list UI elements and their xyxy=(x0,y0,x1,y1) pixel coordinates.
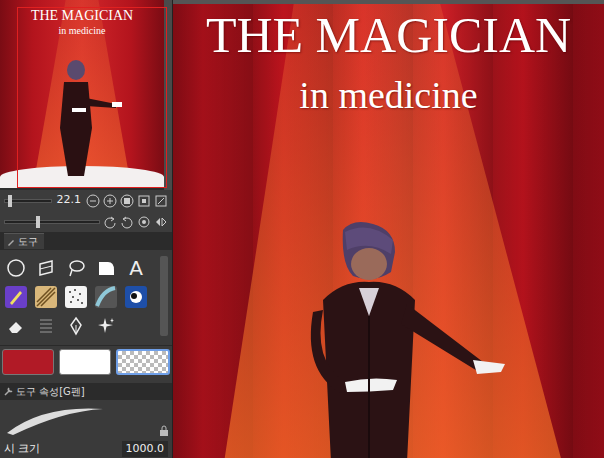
zoom-value[interactable]: 22.1 xyxy=(55,192,84,209)
color-swatch[interactable] xyxy=(116,349,170,375)
actual-size-icon[interactable] xyxy=(120,194,134,208)
rotate-right-icon[interactable] xyxy=(120,215,134,229)
eraser-tool[interactable] xyxy=(4,314,28,338)
airbrush-icon xyxy=(65,286,87,308)
fill-tool[interactable] xyxy=(94,256,118,280)
view-frame[interactable] xyxy=(17,7,167,188)
navigator-thumbnail[interactable]: THE MAGICIAN in medicine xyxy=(0,0,164,188)
ellipse-icon xyxy=(6,258,26,278)
navigator: THE MAGICIAN in medicine xyxy=(0,0,172,190)
tool-tab-label: 도구 xyxy=(18,234,38,249)
thumbnail-title: THE MAGICIAN xyxy=(0,8,164,23)
tool-property-header: 도구 속성[G펜] xyxy=(0,383,172,400)
pencil-tool[interactable] xyxy=(34,285,58,309)
thumbnail-subtitle: in medicine xyxy=(0,23,164,38)
artwork-text: THE MAGICIAN in medicine xyxy=(173,4,604,119)
tool-tab-bar: 도구 xyxy=(0,232,172,250)
tool-palette: A xyxy=(0,250,172,345)
zoom-thumb[interactable] xyxy=(8,195,12,207)
sparkle-tool[interactable] xyxy=(94,314,118,338)
artwork-subtitle: in medicine xyxy=(299,73,477,119)
airbrush-tool[interactable] xyxy=(64,285,88,309)
blend-icon xyxy=(125,286,147,308)
wrench-icon xyxy=(4,387,13,396)
zoom-row: 22.1 xyxy=(0,190,172,211)
tool-property-title: 도구 속성[G펜] xyxy=(16,384,85,399)
artwork-title: THE MAGICIAN xyxy=(206,8,571,63)
pattern-icon xyxy=(36,316,56,336)
app-window: THE MAGICIAN in medicine 22.1 xyxy=(0,0,604,458)
gpen-tool[interactable] xyxy=(64,314,88,338)
pen-icon xyxy=(7,238,15,246)
navigator-scrollbar[interactable] xyxy=(164,0,172,190)
rotate-thumb[interactable] xyxy=(36,216,40,228)
fill-shape-icon xyxy=(96,258,116,278)
reset-rotate-icon[interactable] xyxy=(137,215,151,229)
brush-size-value[interactable]: 1000.0 xyxy=(122,441,169,458)
magician-figure-icon xyxy=(283,220,523,458)
fit-window-icon[interactable] xyxy=(154,194,168,208)
brush-preview xyxy=(0,400,172,440)
brush-size-row: 시 크기 1000.0 xyxy=(0,440,172,458)
frame-icon xyxy=(36,258,56,278)
ellipse-tool[interactable] xyxy=(4,256,28,280)
decoration-tool[interactable] xyxy=(94,285,118,309)
lasso-icon xyxy=(66,258,86,278)
lasso-tool[interactable] xyxy=(64,256,88,280)
lock-icon[interactable] xyxy=(159,425,169,437)
zoom-out-icon[interactable] xyxy=(86,194,100,208)
brush-size-label: 시 크기 xyxy=(4,441,41,458)
brush-stroke-icon xyxy=(3,403,143,437)
canvas[interactable]: THE MAGICIAN in medicine xyxy=(173,0,604,458)
pencil-icon xyxy=(35,286,57,308)
eraser-icon xyxy=(6,316,26,336)
side-panel: THE MAGICIAN in medicine 22.1 xyxy=(0,0,173,458)
magician-thumbnail-icon xyxy=(36,58,126,178)
frame-tool[interactable] xyxy=(34,256,58,280)
pen-brush-icon xyxy=(5,286,27,308)
rotate-left-icon[interactable] xyxy=(103,215,117,229)
color-swatch[interactable] xyxy=(59,349,111,375)
fountain-pen-icon xyxy=(66,316,86,336)
sparkle-icon xyxy=(96,316,116,336)
zoom-slider[interactable] xyxy=(4,199,52,203)
pattern-tool[interactable] xyxy=(34,314,58,338)
flip-horizontal-icon[interactable] xyxy=(154,215,168,229)
rotate-row xyxy=(0,211,172,232)
tool-tab[interactable]: 도구 xyxy=(4,233,44,249)
fit-icon[interactable] xyxy=(137,194,151,208)
zoom-in-icon[interactable] xyxy=(103,194,117,208)
color-swatch[interactable] xyxy=(2,349,54,375)
text-tool-glyph: A xyxy=(129,258,143,278)
text-tool[interactable]: A xyxy=(124,256,148,280)
pen-tool[interactable] xyxy=(4,285,28,309)
blend-tool[interactable] xyxy=(124,285,148,309)
rotate-slider[interactable] xyxy=(4,220,100,224)
color-swatches xyxy=(0,345,172,377)
decoration-icon xyxy=(95,286,117,308)
tool-scrollbar[interactable] xyxy=(160,256,168,336)
